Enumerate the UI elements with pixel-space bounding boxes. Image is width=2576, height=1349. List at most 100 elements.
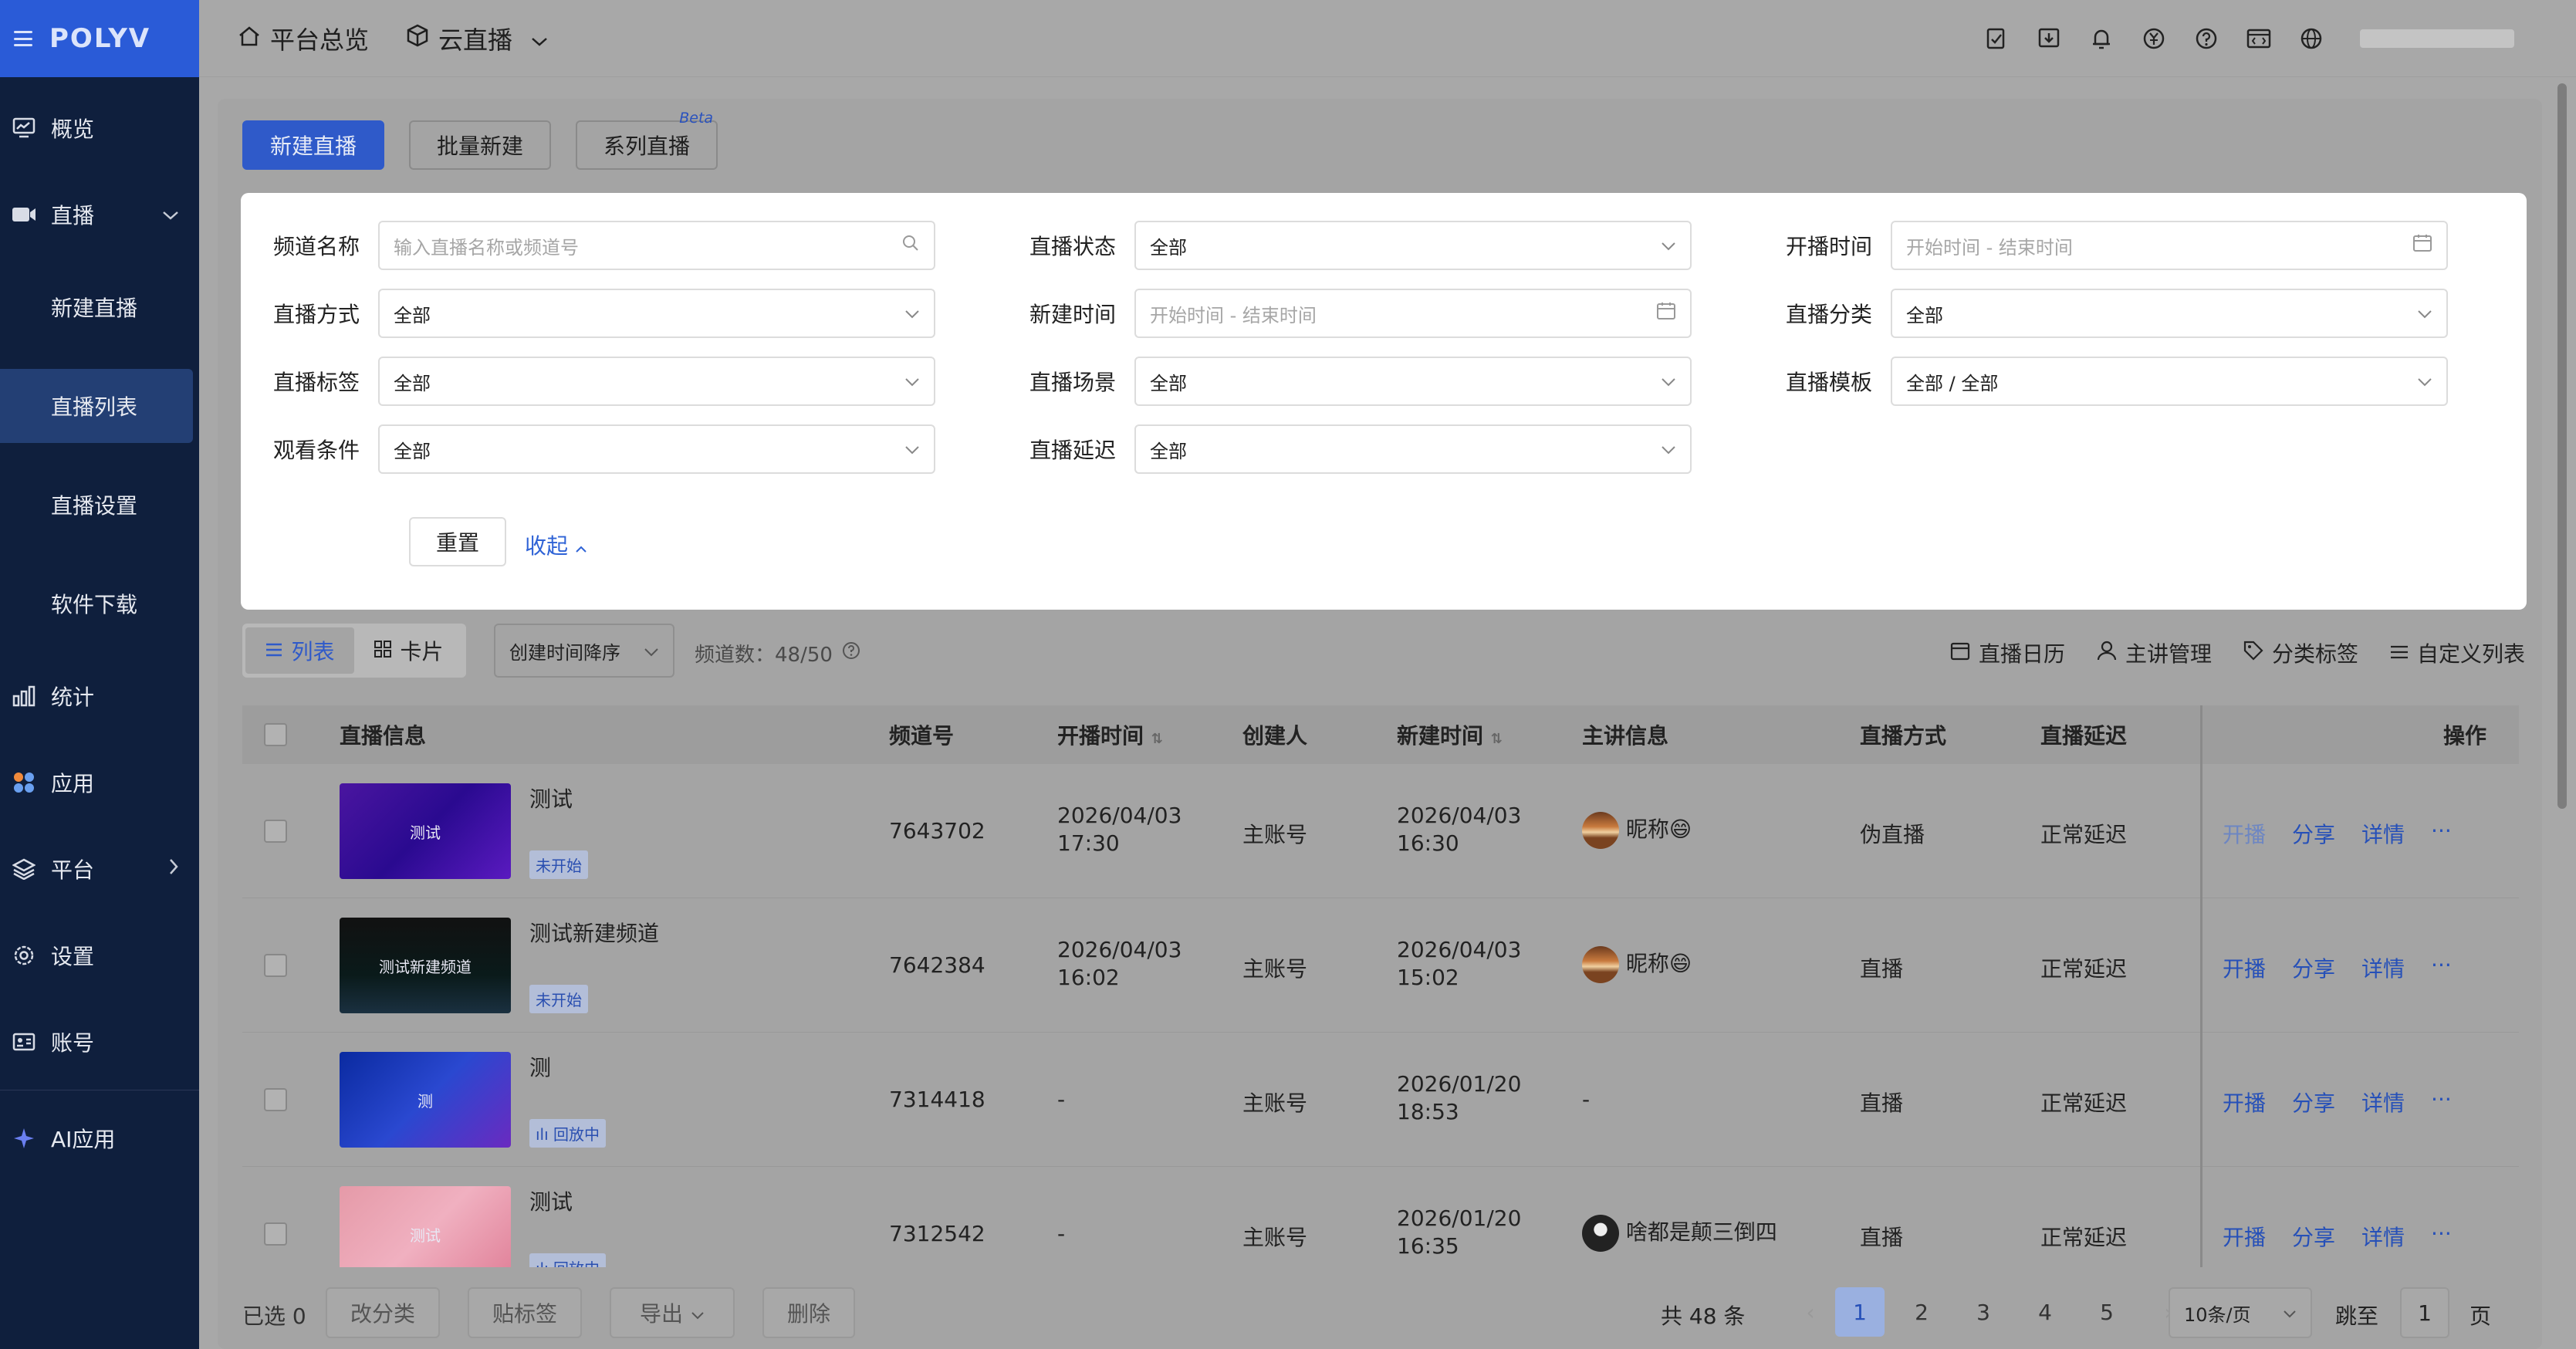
page-4[interactable]: 4	[2020, 1287, 2070, 1337]
row-checkbox[interactable]	[264, 820, 287, 843]
edit-doc-icon[interactable]	[1983, 25, 2010, 52]
jump-page-input[interactable]: 1	[2400, 1287, 2449, 1338]
view-card-tab[interactable]: 卡片	[354, 627, 463, 674]
page-size-select[interactable]: 10条/页	[2169, 1287, 2312, 1338]
share-link[interactable]: 分享	[2292, 1087, 2335, 1117]
sidebar-item-overview[interactable]: 概览	[0, 85, 199, 171]
start-time-range-input[interactable]: 开始时间 - 结束时间	[1891, 221, 2448, 270]
page-scrollbar[interactable]	[2557, 83, 2567, 809]
thumbnail[interactable]: 测试	[340, 1186, 511, 1267]
header-lecturer: 主讲信息	[1582, 723, 1669, 749]
more-icon[interactable]: ···	[2431, 1087, 2452, 1117]
start-live-link[interactable]: 开播	[2223, 1087, 2266, 1117]
watch-condition-select[interactable]: 全部	[378, 424, 935, 474]
sidebar-sub-live-settings[interactable]: 直播设置	[0, 455, 199, 554]
export-button[interactable]: 导出	[610, 1287, 735, 1338]
row-checkbox[interactable]	[264, 1088, 287, 1111]
globe-icon[interactable]	[2298, 25, 2324, 52]
lecturer-manage-link[interactable]: 主讲管理	[2096, 637, 2212, 668]
yen-icon[interactable]	[2141, 25, 2167, 52]
row-title[interactable]: 测试	[529, 1185, 573, 1216]
row-title[interactable]: 测试新建频道	[529, 917, 659, 948]
sidebar-item-stats[interactable]: 统计	[0, 653, 199, 739]
created-time: 18:53	[1397, 1099, 1459, 1124]
share-link[interactable]: 分享	[2292, 1221, 2335, 1252]
row-checkbox[interactable]	[264, 1222, 287, 1246]
sidebar-item-platform[interactable]: 平台	[0, 826, 199, 912]
row-title[interactable]: 测	[529, 1051, 551, 1082]
filter-live-delay: 直播延迟 全部	[1029, 424, 1692, 474]
channel-search-input[interactable]: 输入直播名称或频道号	[378, 221, 935, 270]
sidebar-item-settings[interactable]: 设置	[0, 912, 199, 999]
prev-page-icon[interactable]: ‹	[1786, 1287, 1835, 1337]
page-2[interactable]: 2	[1897, 1287, 1946, 1337]
live-status-select[interactable]: 全部	[1134, 221, 1692, 270]
thumbnail[interactable]: 测试	[340, 783, 511, 879]
sidebar-item-apps[interactable]: 应用	[0, 739, 199, 826]
sidebar-item-live[interactable]: 直播	[0, 171, 199, 258]
sidebar-item-ai-apps[interactable]: AI应用	[0, 1095, 199, 1182]
user-name[interactable]	[2360, 29, 2514, 48]
detail-link[interactable]: 详情	[2361, 1221, 2405, 1252]
crumb-cloud-live[interactable]: 云直播	[406, 21, 548, 56]
live-mode-select[interactable]: 全部	[378, 289, 935, 338]
tag-button[interactable]: 贴标签	[468, 1287, 582, 1338]
crumb-platform-overview[interactable]: 平台总览	[238, 21, 369, 56]
share-link[interactable]: 分享	[2292, 818, 2335, 849]
row-checkbox[interactable]	[264, 954, 287, 977]
live-delay-select[interactable]: 全部	[1134, 424, 1692, 474]
select-all-checkbox[interactable]	[264, 723, 287, 746]
live-tag-select[interactable]: 全部	[378, 357, 935, 406]
view-list-tab[interactable]: 列表	[245, 627, 354, 674]
start-live-link[interactable]: 开播	[2223, 952, 2266, 983]
live-category-select[interactable]: 全部	[1891, 289, 2448, 338]
thumbnail[interactable]: 测试新建频道	[340, 918, 511, 1013]
custom-list-link[interactable]: 自定义列表	[2389, 637, 2525, 668]
row-title[interactable]: 测试	[529, 783, 573, 813]
live-scene-select[interactable]: 全部	[1134, 357, 1692, 406]
recategorize-button[interactable]: 改分类	[326, 1287, 440, 1338]
download-icon[interactable]	[2036, 25, 2062, 52]
sidebar-item-account[interactable]: 账号	[0, 999, 199, 1085]
bell-icon[interactable]	[2088, 25, 2115, 52]
sidebar-sub-live-list[interactable]: 直播列表	[0, 369, 193, 443]
header-start[interactable]: 开播时间 ⇅	[1057, 719, 1163, 750]
sidebar-sub-software-download[interactable]: 软件下载	[0, 554, 199, 653]
start-live-link[interactable]: 开播	[2223, 1221, 2266, 1252]
help-icon[interactable]	[842, 641, 860, 665]
header-created[interactable]: 新建时间 ⇅	[1397, 719, 1503, 750]
page-5[interactable]: 5	[2082, 1287, 2131, 1337]
batch-new-button[interactable]: 批量新建	[409, 120, 552, 170]
detail-link[interactable]: 详情	[2361, 1087, 2405, 1117]
beta-badge: Beta	[679, 110, 714, 127]
reset-button[interactable]: 重置	[409, 517, 506, 566]
more-icon[interactable]: ···	[2431, 1221, 2452, 1252]
collapse-filters-link[interactable]: 收起	[525, 529, 587, 560]
code-icon[interactable]	[2246, 25, 2272, 52]
more-icon[interactable]: ···	[2431, 952, 2452, 983]
thumbnail[interactable]: 测	[340, 1052, 511, 1148]
id-card-icon	[11, 1029, 37, 1055]
category-tag-link[interactable]: 分类标签	[2243, 637, 2358, 668]
page-1[interactable]: 1	[1835, 1287, 1885, 1337]
create-time-range-input[interactable]: 开始时间 - 结束时间	[1134, 289, 1692, 338]
sidebar-item-label: AI应用	[51, 1127, 116, 1152]
sidebar-sub-new-live[interactable]: 新建直播	[0, 258, 199, 357]
share-link[interactable]: 分享	[2292, 952, 2335, 983]
live-calendar-link[interactable]: 直播日历	[1949, 637, 2065, 668]
delete-button[interactable]: 删除	[762, 1287, 855, 1338]
detail-link[interactable]: 详情	[2361, 952, 2405, 983]
menu-icon[interactable]	[14, 31, 32, 46]
thumbnail-text: 测	[418, 1091, 433, 1111]
new-live-button[interactable]: 新建直播	[242, 120, 385, 170]
sort-select[interactable]: 创建时间降序	[494, 624, 674, 678]
more-icon[interactable]: ···	[2431, 818, 2452, 849]
series-live-button[interactable]: 系列直播	[576, 120, 718, 170]
live-template-select[interactable]: 全部 / 全部	[1891, 357, 2448, 406]
help-icon[interactable]	[2193, 25, 2219, 52]
start-live-link[interactable]: 开播	[2223, 818, 2266, 849]
status-badge: 未开始	[529, 850, 588, 879]
page-3[interactable]: 3	[1959, 1287, 2008, 1337]
filter-start-time: 开播时间 开始时间 - 结束时间	[1786, 221, 2448, 270]
detail-link[interactable]: 详情	[2361, 818, 2405, 849]
